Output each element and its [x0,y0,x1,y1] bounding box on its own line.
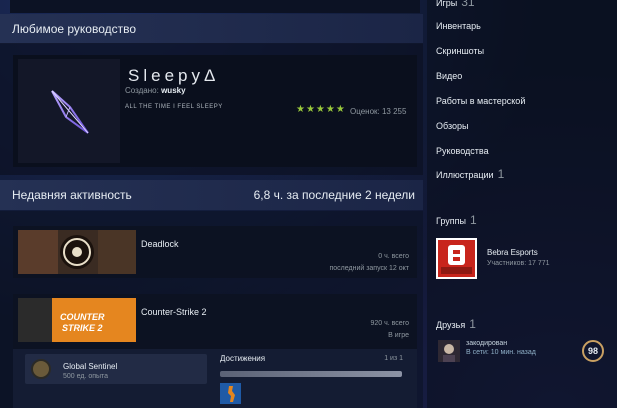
showcase-title: Любимое руководство [12,22,137,36]
game-total-hours: 0 ч. всего [378,253,409,260]
game-total-hours: 920 ч. всего [370,320,410,327]
activity-hours-summary: 6,8 ч. за последние 2 недели [253,188,415,202]
friend-avatar[interactable] [438,340,460,362]
game-in-game-status: В игре [388,332,409,339]
counter-strike-logo-icon: COUNTER STRIKE 2 [18,298,136,342]
achievements-title[interactable]: Достижения [220,354,265,363]
game-details: Global Sentinel 500 ед. опыта Достижения… [13,349,417,408]
svg-text:STRIKE 2: STRIKE 2 [62,323,103,333]
sidebar-item-guides[interactable]: Руководства [436,146,489,156]
activity-title: Недавняя активность [12,188,132,202]
main-column: Любимое руководство SleepyΔ Создано: wus… [0,0,423,408]
guide-thumbnail[interactable] [18,59,120,163]
deadlock-logo-icon [18,230,136,274]
sidebar-item-videos[interactable]: Видео [436,71,462,81]
game-row-cs2[interactable]: COUNTER STRIKE 2 Counter-Strike 2 920 ч.… [13,294,417,349]
avatar-image-icon [438,340,460,362]
game-badge[interactable]: Global Sentinel 500 ед. опыта [25,354,207,384]
friend-level-badge: 98 [582,340,604,362]
groups-section-title[interactable]: Группы 1 [436,213,477,227]
sidebar-item-games[interactable]: Игры 31 [436,0,475,9]
guide-title[interactable]: SleepyΔ [128,66,219,86]
favorite-guide[interactable]: SleepyΔ Создано: wusky ALL THE TIME I FE… [13,55,417,167]
badge-icon [31,359,51,379]
showcase-header: Любимое руководство [0,14,423,44]
game-name[interactable]: Deadlock [141,239,179,249]
groups-count: 1 [470,213,477,227]
achievements-progress-fill [220,371,402,377]
group-members-count: Участников: 17 771 [487,260,550,267]
group-name[interactable]: Bebra Esports [487,248,538,257]
profile-sidebar: Игры 31 Инвентарь Скриншоты Видео Работы … [427,0,617,408]
deadlock-capsule[interactable] [18,230,136,274]
game-name[interactable]: Counter-Strike 2 [141,307,207,317]
sidebar-item-reviews[interactable]: Обзоры [436,121,468,131]
guide-author: Создано: wusky [125,86,186,95]
top-panel-fragment [10,0,420,13]
badge-xp: 500 ед. опыта [63,373,109,380]
friends-label: Друзья [436,320,466,330]
sidebar-item-count: 31 [461,0,475,9]
rating-stars-icon: ★★★★★ [296,104,346,115]
author-label: Создано: [125,86,159,95]
game-row-deadlock[interactable]: Deadlock 0 ч. всего последний запуск 12 … [13,226,417,278]
soldier-icon [220,383,241,404]
sidebar-item-artwork[interactable]: Иллюстрации 1 [436,167,504,181]
cs2-capsule[interactable]: COUNTER STRIKE 2 [18,298,136,342]
friends-count: 1 [469,317,476,331]
achievements-progress-bar [220,371,402,377]
sidebar-item-label: Игры [436,0,458,8]
crystal-image-icon [51,90,89,134]
guide-rating-count: Оценок: 13 255 [350,107,407,116]
friend-status: В сети: 10 мин. назад [466,349,536,356]
friend-name[interactable]: закодирован [466,340,507,347]
badge-name: Global Sentinel [63,362,118,371]
guide-description: ALL THE TIME I FEEL SLEEPY [125,104,223,110]
activity-header: Недавняя активность 6,8 ч. за последние … [0,180,423,210]
friends-section-title[interactable]: Друзья 1 [436,317,476,331]
achievements-count: 1 из 1 [384,355,403,362]
svg-text:COUNTER: COUNTER [60,312,105,322]
sidebar-item-inventory[interactable]: Инвентарь [436,21,481,31]
sidebar-item-count: 1 [497,167,505,181]
achievement-icon[interactable] [220,383,241,404]
group-avatar[interactable] [436,238,477,279]
author-name[interactable]: wusky [161,86,185,95]
groups-label: Группы [436,216,466,226]
bebra-logo-icon [438,240,475,277]
sidebar-item-workshop[interactable]: Работы в мастерской [436,96,525,106]
game-last-played: последний запуск 12 окт [329,265,409,272]
sidebar-item-screenshots[interactable]: Скриншоты [436,46,484,56]
sidebar-item-label: Иллюстрации [436,170,494,180]
